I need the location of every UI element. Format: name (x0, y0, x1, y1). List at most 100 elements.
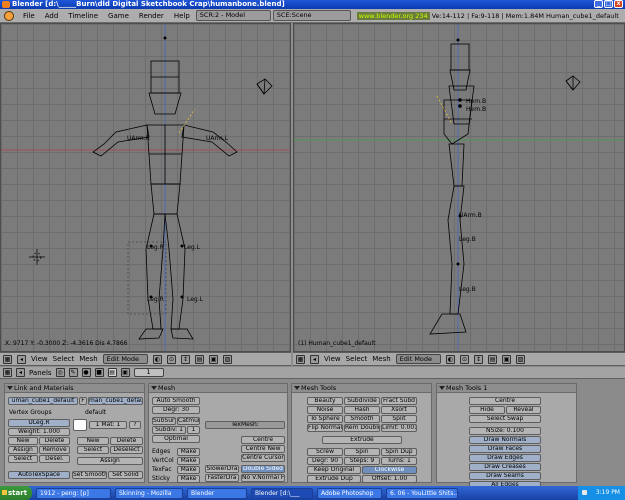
menu-select[interactable]: Select (53, 355, 75, 363)
scene-selector[interactable]: SCE:Scene (272, 10, 351, 21)
make-sticky-button[interactable]: Make (177, 475, 200, 483)
beauty-toggle[interactable]: Beauty (307, 397, 343, 405)
editor-type-icon[interactable]: ▦ (3, 354, 12, 364)
to-sphere-button[interactable]: To Sphere (307, 415, 343, 423)
material-color-swatch[interactable] (73, 419, 87, 431)
menu-timeline[interactable]: Timeline (64, 12, 102, 20)
render-icon-right[interactable]: ▨ (516, 354, 526, 364)
mode-selector[interactable]: Edit Mode (102, 354, 149, 364)
slower-draw-button[interactable]: SlowerDra (205, 465, 239, 473)
draw-type-icon-right[interactable]: ◐ (446, 354, 456, 364)
vgroup-select-button[interactable]: Select (8, 455, 38, 463)
draw-seams-toggle[interactable]: Draw Seams (469, 472, 541, 480)
clock[interactable]: 3:19 PM (596, 489, 620, 496)
subdiv-level-field[interactable]: Subdiv: 1 (152, 426, 186, 434)
make-edges-button[interactable]: Make (177, 448, 200, 456)
set-solid-button[interactable]: Set Solid (108, 471, 143, 479)
editor-type-icon-right[interactable]: ▦ (296, 354, 305, 364)
object-context-icon[interactable]: ■ (94, 368, 104, 377)
vgroup-delete-button[interactable]: Delete (39, 437, 70, 445)
spin-steps-field[interactable]: Steps: 9 (344, 457, 380, 465)
clockwise-toggle[interactable]: Clockwise (362, 466, 417, 474)
menu-select-right[interactable]: Select (346, 355, 368, 363)
draw-edges-toggle[interactable]: Draw Edges (469, 454, 541, 462)
extrude-button[interactable]: Extrude (322, 436, 402, 444)
task-photoshop[interactable]: Adobe Photoshop (317, 487, 382, 499)
maximize-button[interactable]: □ (604, 0, 613, 8)
pivot-icon-right[interactable]: ⊙ (460, 354, 470, 364)
double-sided-toggle[interactable]: Double Sided (241, 465, 285, 473)
spin-button[interactable]: Spin (344, 448, 380, 456)
mode-selector-right[interactable]: Edit Mode (395, 354, 442, 364)
draw-faces-toggle[interactable]: Draw Faces (469, 445, 541, 453)
menu-file[interactable]: File (19, 12, 39, 20)
auto-smooth-toggle[interactable]: Auto Smooth (152, 397, 200, 405)
screen-selector[interactable]: SCR:2 - Model (195, 10, 271, 21)
draw-creases-toggle[interactable]: Draw Creases (469, 463, 541, 471)
page-field[interactable]: 1 (133, 368, 164, 377)
object-name-field[interactable]: man_cube1_default (88, 397, 143, 405)
layer-buttons-icon[interactable]: ▤ (195, 354, 205, 364)
vertex-group-name-field[interactable]: ULeg.R (8, 419, 70, 427)
editing-context-icon[interactable]: ▤ (107, 368, 117, 377)
menu-game[interactable]: Game (104, 12, 133, 20)
manipulator-icon-right[interactable]: ↕ (474, 354, 484, 364)
centre-new-button[interactable]: Centre New (241, 445, 285, 453)
menu-help[interactable]: Help (170, 12, 194, 20)
lock-icon[interactable]: ▣ (209, 354, 219, 364)
optimal-toggle[interactable]: Optimal (152, 435, 200, 443)
weight-field[interactable]: Weight: 1.000 (8, 428, 70, 436)
manipulator-icon[interactable]: ↕ (181, 354, 191, 364)
panel-title-mesh-tools[interactable]: Mesh Tools (292, 384, 431, 393)
rem-doubles-button[interactable]: Rem Double (344, 424, 380, 432)
draw-normals-toggle[interactable]: Draw Normals (469, 436, 541, 444)
vgroup-new-button[interactable]: New (8, 437, 38, 445)
fake-user-toggle[interactable]: F (79, 397, 87, 405)
buttons-editor-icon[interactable]: ▦ (3, 368, 12, 377)
vgroup-deselect-button[interactable]: Desel. (39, 455, 70, 463)
faster-draw-button[interactable]: FasterDra (205, 474, 239, 482)
buttons-collapse-icon[interactable]: ◂ (16, 368, 25, 377)
subdiv-render-field[interactable]: 1 (187, 426, 200, 434)
turns-field[interactable]: Turns: 1 (381, 457, 417, 465)
vgroup-remove-button[interactable]: Remove (39, 446, 70, 454)
panel-title-link[interactable]: Link and Materials (5, 384, 144, 393)
material-deselect-button[interactable]: Deselect (110, 446, 143, 454)
mt1-centre-button[interactable]: Centre (469, 397, 541, 405)
xsort-button[interactable]: Xsort (381, 406, 417, 414)
collapse-menu-icon-right[interactable]: ◂ (310, 354, 319, 364)
hash-button[interactable]: Hash (344, 406, 380, 414)
shading-context-icon[interactable]: ● (81, 368, 91, 377)
task-blender-2[interactable]: Blender [d:\___ (251, 487, 313, 499)
collapse-menu-icon[interactable]: ◂ (17, 354, 26, 364)
start-button[interactable]: start (0, 486, 32, 500)
lock-icon-right[interactable]: ▣ (502, 354, 512, 364)
spin-dup-button[interactable]: Spin Dup (381, 448, 417, 456)
menu-render[interactable]: Render (135, 12, 168, 20)
subsurf-toggle[interactable]: SubSurf (152, 417, 176, 425)
draw-type-icon[interactable]: ◐ (153, 354, 163, 364)
centre-cursor-button[interactable]: Centre Cursor (241, 454, 285, 462)
auto-texspace-toggle[interactable]: AutoTexSpace (8, 471, 70, 479)
hide-button[interactable]: Hide (469, 406, 505, 414)
select-swap-button[interactable]: Select Swap (469, 415, 541, 423)
viewport-side[interactable]: Hem.B Hem.B UArm.B Leg.B Leg.B (1) Human… (293, 23, 625, 352)
flip-normal-button[interactable]: Flip Normal (307, 424, 343, 432)
viewport-front[interactable]: UArm.R UArm.L Leg.R Leg.L Leg.R Leg.L X:… (0, 23, 291, 352)
vgroup-assign-button[interactable]: Assign (8, 446, 38, 454)
menu-mesh-right[interactable]: Mesh (372, 355, 390, 363)
split-button[interactable]: Split (381, 415, 417, 423)
reveal-button[interactable]: Reveal (506, 406, 541, 414)
menu-panels[interactable]: Panels (29, 369, 52, 377)
minimize-button[interactable]: _ (594, 0, 603, 8)
noise-button[interactable]: Noise (307, 406, 343, 414)
limit-field[interactable]: Limit: 0.001 (381, 424, 417, 432)
normal-size-field[interactable]: NSize: 0.100 (469, 427, 541, 435)
material-new-button[interactable]: New (77, 437, 109, 445)
menu-view-right[interactable]: View (324, 355, 341, 363)
spin-degree-field[interactable]: Degr: 90 (307, 457, 343, 465)
pivot-icon[interactable]: ⊙ (167, 354, 177, 364)
blender-logo-icon[interactable] (4, 10, 14, 21)
task-blender-1[interactable]: Blender (187, 487, 247, 499)
script-context-icon[interactable]: ✎ (68, 368, 78, 377)
